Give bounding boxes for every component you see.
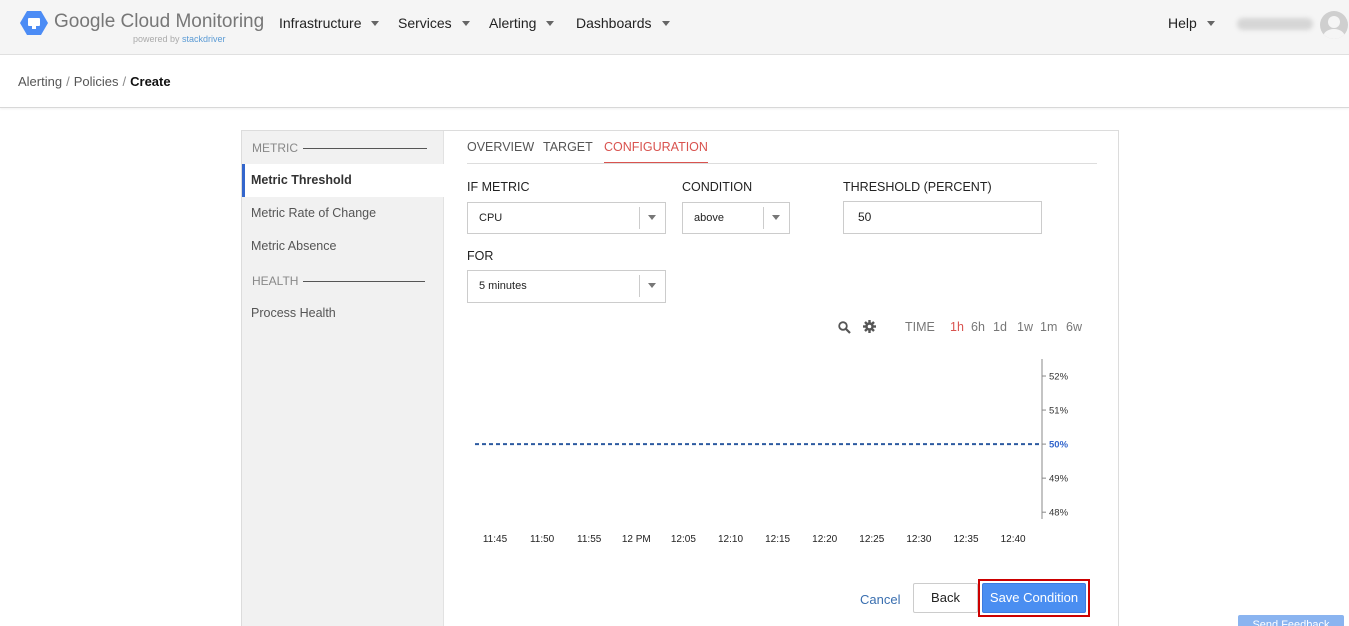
- threshold-input[interactable]: 50: [843, 201, 1042, 234]
- cancel-button[interactable]: Cancel: [860, 592, 900, 607]
- save-condition-button[interactable]: Save Condition: [982, 583, 1086, 613]
- tab-bar: OVERVIEW TARGET CONFIGURATION: [467, 131, 1097, 164]
- chevron-down-icon: [546, 20, 555, 26]
- threshold-chart-svg: 52% 51% 50% 49% 48% 11:45 11:50 11:55 12 PM 12:05…: [475, 359, 1069, 545]
- sidebar-heading-health-label: HEALTH: [252, 274, 299, 288]
- sidebar-heading-health: HEALTH: [252, 274, 426, 288]
- powered-by-brand: stackdriver: [182, 34, 226, 44]
- send-feedback-button[interactable]: Send Feedback: [1238, 615, 1344, 626]
- tab-target[interactable]: TARGET: [543, 140, 593, 154]
- x-tick-label: 11:50: [530, 534, 555, 545]
- x-tick-label: 11:45: [483, 534, 508, 545]
- if-metric-select[interactable]: CPU: [467, 202, 666, 234]
- sidebar-item-metric-rate-of-change[interactable]: Metric Rate of Change: [242, 197, 444, 230]
- nav-infrastructure-label: Infrastructure: [279, 15, 362, 31]
- y-tick-label: 48%: [1049, 508, 1069, 519]
- avatar[interactable]: [1320, 11, 1348, 39]
- if-metric-label: IF METRIC: [467, 180, 530, 194]
- sidebar-item-metric-absence[interactable]: Metric Absence: [242, 230, 444, 263]
- condition-type-sidebar: METRIC Metric Threshold Metric Rate of C…: [242, 131, 444, 626]
- y-tick-label: 52%: [1049, 372, 1069, 383]
- range-1d[interactable]: 1d: [993, 320, 1007, 334]
- x-tick-label: 12:25: [859, 534, 884, 545]
- breadcrumb-alerting[interactable]: Alerting: [18, 74, 62, 89]
- nav-dashboards[interactable]: Dashboards: [576, 15, 670, 31]
- nav-help-label: Help: [1168, 15, 1197, 31]
- chevron-down-icon: [661, 20, 670, 26]
- chevron-down-icon: [639, 207, 665, 229]
- threshold-label: THRESHOLD (PERCENT): [843, 180, 992, 194]
- range-1w[interactable]: 1w: [1017, 320, 1033, 334]
- zoom-icon[interactable]: [838, 321, 851, 334]
- top-bar: Google Cloud Monitoring powered by stack…: [0, 0, 1349, 55]
- sidebar-item-process-health[interactable]: Process Health: [242, 297, 444, 330]
- x-tick-label: 12:10: [718, 534, 743, 545]
- y-tick-label: 49%: [1049, 474, 1069, 485]
- nav-dashboards-label: Dashboards: [576, 15, 652, 31]
- x-tick-label: 12 PM: [622, 534, 651, 545]
- x-tick-label: 12:20: [812, 534, 837, 545]
- condition-label: CONDITION: [682, 180, 753, 194]
- condition-value: above: [694, 212, 724, 224]
- x-tick-label: 12:15: [765, 534, 790, 545]
- back-button[interactable]: Back: [913, 583, 978, 613]
- chevron-down-icon: [371, 20, 380, 26]
- chevron-down-icon: [461, 20, 470, 26]
- nav-alerting[interactable]: Alerting: [489, 15, 555, 31]
- nav-services-label: Services: [398, 15, 452, 31]
- x-tick-label: 12:30: [906, 534, 931, 545]
- sidebar-item-metric-threshold[interactable]: Metric Threshold: [242, 164, 444, 197]
- for-label: FOR: [467, 249, 494, 263]
- cloud-monitoring-hex-icon: [20, 11, 48, 35]
- app-title: Google Cloud Monitoring: [54, 11, 265, 32]
- chevron-down-icon: [1206, 20, 1215, 26]
- nav-alerting-label: Alerting: [489, 15, 537, 31]
- breadcrumb-policies[interactable]: Policies: [74, 74, 119, 89]
- sidebar-heading-metric: METRIC: [252, 141, 427, 155]
- gear-icon[interactable]: [863, 320, 876, 333]
- x-tick-label: 11:55: [577, 534, 602, 545]
- x-tick-label: 12:40: [1001, 534, 1026, 545]
- y-tick-label: 51%: [1049, 406, 1069, 417]
- tab-configuration[interactable]: CONFIGURATION: [604, 140, 708, 163]
- range-6h[interactable]: 6h: [971, 320, 985, 334]
- condition-select[interactable]: above: [682, 202, 790, 234]
- user-name[interactable]: [1237, 18, 1313, 30]
- time-label: TIME: [905, 320, 935, 334]
- range-6w[interactable]: 6w: [1066, 320, 1082, 334]
- if-metric-value: CPU: [479, 212, 503, 224]
- condition-panel: METRIC Metric Threshold Metric Rate of C…: [241, 130, 1119, 626]
- powered-by-prefix: powered by: [133, 34, 180, 44]
- breadcrumb-current: Create: [130, 74, 171, 89]
- range-1m[interactable]: 1m: [1040, 320, 1057, 334]
- range-1h[interactable]: 1h: [950, 320, 964, 334]
- x-tick-label: 12:05: [671, 534, 696, 545]
- y-tick-label: 50%: [1049, 440, 1069, 451]
- x-tick-label: 12:35: [953, 534, 978, 545]
- chevron-down-icon: [763, 207, 789, 229]
- breadcrumb-bar: Alerting / Policies / Create: [0, 55, 1349, 108]
- nav-help[interactable]: Help: [1168, 15, 1215, 31]
- tab-overview[interactable]: OVERVIEW: [467, 140, 534, 154]
- chevron-down-icon: [639, 275, 665, 297]
- threshold-chart: 52% 51% 50% 49% 48% 11:45 11:50 11:55 12 PM 12:05…: [467, 351, 1107, 551]
- for-select[interactable]: 5 minutes: [467, 270, 666, 303]
- nav-infrastructure[interactable]: Infrastructure: [279, 15, 380, 31]
- for-value: 5 minutes: [479, 280, 527, 292]
- powered-by: powered by stackdriver: [133, 34, 226, 44]
- breadcrumb: Alerting / Policies / Create: [18, 74, 171, 89]
- sidebar-heading-metric-label: METRIC: [252, 141, 298, 155]
- nav-services[interactable]: Services: [398, 15, 470, 31]
